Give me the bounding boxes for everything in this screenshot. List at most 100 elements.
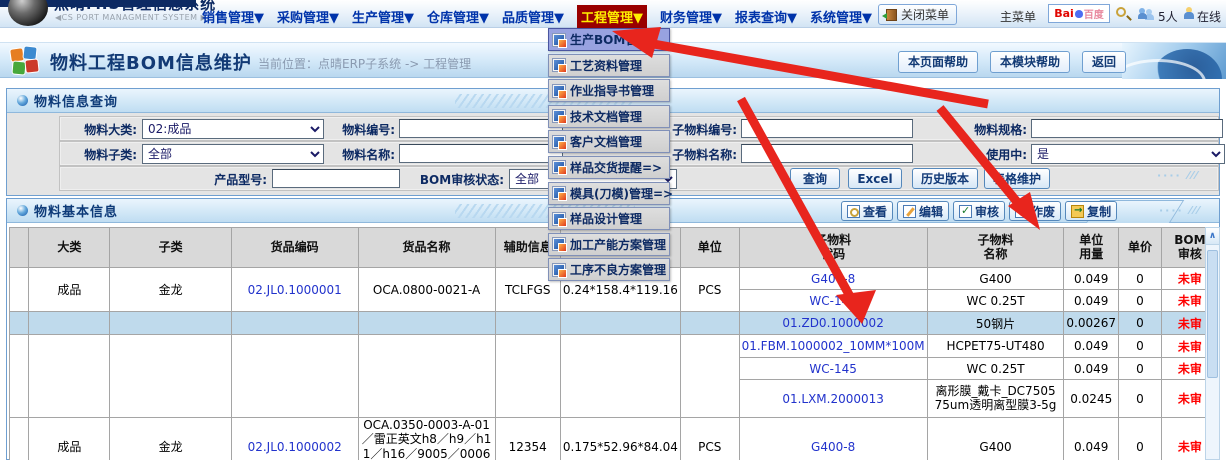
- menu-system[interactable]: 系统管理▼: [810, 7, 872, 26]
- vertical-scrollbar[interactable]: ∧: [1205, 227, 1220, 460]
- main-menu-link[interactable]: 主菜单: [1000, 8, 1036, 25]
- menu-item-production-bom[interactable]: 生产BOM管理: [548, 28, 670, 51]
- in-use-label: 使用中:: [943, 146, 1027, 163]
- window-doc-icon: [553, 213, 565, 225]
- cell-unit-price: 0: [1119, 358, 1162, 380]
- material-name-label: 物料名称:: [307, 146, 395, 163]
- copy-button[interactable]: 复制: [1065, 201, 1117, 221]
- edit-button[interactable]: 编辑: [897, 201, 949, 221]
- menu-item-work-instruction[interactable]: 作业指导书管理: [548, 79, 670, 102]
- menu-item-customer-doc[interactable]: 客户文档管理: [548, 130, 670, 153]
- corner-decoration: [1122, 43, 1226, 79]
- sub-code-link[interactable]: WC-145: [739, 290, 927, 312]
- edit-pencil-icon: [903, 205, 916, 218]
- item-code-link[interactable]: 02.JL0.1000001: [231, 268, 358, 312]
- cell-sub-name: WC 0.25T: [927, 358, 1064, 380]
- void-button[interactable]: 作废: [1009, 201, 1061, 221]
- menu-quality[interactable]: 品质管理▼: [502, 7, 564, 26]
- cell-spec: 0.175*52.96*84.04: [560, 418, 680, 460]
- sub-code-link[interactable]: 01.ZD0.1000002: [739, 312, 927, 335]
- menu-item-defect-plan[interactable]: 工序不良方案管理: [548, 258, 670, 281]
- menu-item-process-data[interactable]: 工艺资料管理: [548, 54, 670, 77]
- excel-button[interactable]: Excel: [848, 168, 902, 189]
- col-item-code: 货品编码: [231, 228, 358, 268]
- menu-warehouse[interactable]: 仓库管理▼: [427, 7, 489, 26]
- menu-finance[interactable]: 财务管理▼: [660, 7, 722, 26]
- window-doc-icon: [553, 110, 565, 122]
- cell-unit: PCS: [680, 418, 739, 460]
- cell-unit: PCS: [680, 268, 739, 312]
- material-spec-input[interactable]: [1031, 119, 1223, 138]
- menu-purchase[interactable]: 采购管理▼: [277, 7, 339, 26]
- table-row[interactable]: 成品 金龙 02.JL0.1000002 OCA.0350-0003-A-01／…: [10, 418, 1219, 460]
- search-icon[interactable]: [1116, 7, 1126, 17]
- app-subtitle: ◀CS PORT MANAGMENT SYSTEM ▶: [55, 13, 207, 22]
- material-category-select[interactable]: 02:成品: [142, 119, 324, 139]
- audit-button[interactable]: 审核: [953, 201, 1005, 221]
- material-no-input[interactable]: [399, 119, 563, 138]
- baidu-search-box[interactable]: Bai 百度: [1048, 4, 1110, 23]
- cell-unit-price: 0: [1119, 418, 1162, 460]
- window-doc-icon: [553, 34, 565, 46]
- menu-item-sample-delivery[interactable]: 样品交货提醒=>: [548, 156, 670, 179]
- cell-subcategory: 金龙: [110, 268, 231, 312]
- module-help-button[interactable]: 本模块帮助: [990, 51, 1070, 73]
- copy-folder-icon: [1071, 205, 1084, 218]
- engineering-dropdown-menu: 生产BOM管理 工艺资料管理 作业指导书管理 技术文档管理 客户文档管理 样品交…: [548, 28, 670, 284]
- cell-unit-price: 0: [1119, 290, 1162, 312]
- sub-code-link[interactable]: 01.FBM.1000002_10MM*100M: [739, 335, 927, 358]
- scrollbar-thumb[interactable]: [1207, 250, 1218, 378]
- cell-unit-usage: 0.00267: [1064, 312, 1119, 335]
- panel-corner-decoration: ···· ⁄⁄⁄: [1157, 169, 1199, 182]
- back-button[interactable]: 返回: [1082, 51, 1126, 73]
- menu-item-sample-design[interactable]: 样品设计管理: [548, 207, 670, 230]
- panel-corner-decoration: ···· ⁄⁄⁄: [1159, 204, 1201, 217]
- sub-code-link[interactable]: 01.LXM.2000013: [739, 380, 927, 418]
- cell-unit-price: 0: [1119, 380, 1162, 418]
- cell-unit-usage: 0.049: [1064, 358, 1119, 380]
- product-model-input[interactable]: [272, 169, 400, 188]
- material-no-label: 物料编号:: [307, 121, 395, 138]
- menu-production[interactable]: 生产管理▼: [352, 7, 414, 26]
- window-doc-icon: [553, 264, 565, 276]
- window-doc-icon: [553, 136, 565, 148]
- table-row-selected[interactable]: 01.ZD0.1000002 50钢片 0.00267 0 未审: [10, 312, 1219, 335]
- sub-code-link[interactable]: G400-8: [739, 268, 927, 290]
- table-row[interactable]: 01.FBM.1000002_10MM*100M HCPET75-UT480 0…: [10, 335, 1219, 358]
- material-name-input[interactable]: [399, 144, 563, 163]
- in-use-select[interactable]: 是: [1031, 144, 1225, 164]
- query-button[interactable]: 查询: [790, 168, 840, 189]
- menu-sales[interactable]: 销售管理▼: [202, 7, 264, 26]
- sub-code-link[interactable]: G400-8: [739, 418, 927, 460]
- material-subcategory-select[interactable]: 全部: [142, 144, 324, 164]
- void-stop-icon: [1015, 205, 1028, 218]
- online-person-icon: [1184, 7, 1193, 19]
- col-sub-name: 子物料 名称: [927, 228, 1064, 268]
- cell-item-name: OCA.0350-0003-A-01／雷正英文h8／h9／h11／h16／900…: [358, 418, 495, 460]
- page-help-button[interactable]: 本页面帮助: [898, 51, 978, 73]
- cell-sub-name: G400: [927, 268, 1064, 290]
- material-subcategory-label: 物料子类:: [47, 146, 137, 163]
- menu-reports[interactable]: 报表查询▼: [735, 7, 797, 26]
- sub-code-link[interactable]: WC-145: [739, 358, 927, 380]
- menu-item-mold-manage[interactable]: 模具(刀模)管理=>: [548, 182, 670, 205]
- item-code-link[interactable]: 02.JL0.1000002: [231, 418, 358, 460]
- sub-material-name-input[interactable]: [741, 144, 913, 163]
- menu-item-capacity-plan[interactable]: 加工产能方案管理: [548, 233, 670, 256]
- baidu-logo-text: Bai: [1054, 7, 1074, 20]
- cell-unit-usage: 0.0245: [1064, 380, 1119, 418]
- scroll-up-icon[interactable]: ∧: [1206, 228, 1219, 245]
- menu-item-tech-doc[interactable]: 技术文档管理: [548, 105, 670, 128]
- sub-material-no-input[interactable]: [741, 119, 913, 138]
- view-magnifier-icon: [847, 205, 860, 218]
- cell-subcategory: 金龙: [110, 418, 231, 460]
- col-unit: 单位: [680, 228, 739, 268]
- baidu-paw-icon: [1075, 10, 1083, 18]
- menu-engineering[interactable]: 工程管理▼: [577, 5, 647, 28]
- cell-unit-price: 0: [1119, 312, 1162, 335]
- view-button[interactable]: 查看: [841, 201, 893, 221]
- close-menu-button[interactable]: 关闭菜单: [878, 4, 957, 25]
- history-version-button[interactable]: 历史版本: [912, 168, 978, 189]
- table-maintain-button[interactable]: 表格维护: [984, 168, 1050, 189]
- col-subcategory: 子类: [110, 228, 231, 268]
